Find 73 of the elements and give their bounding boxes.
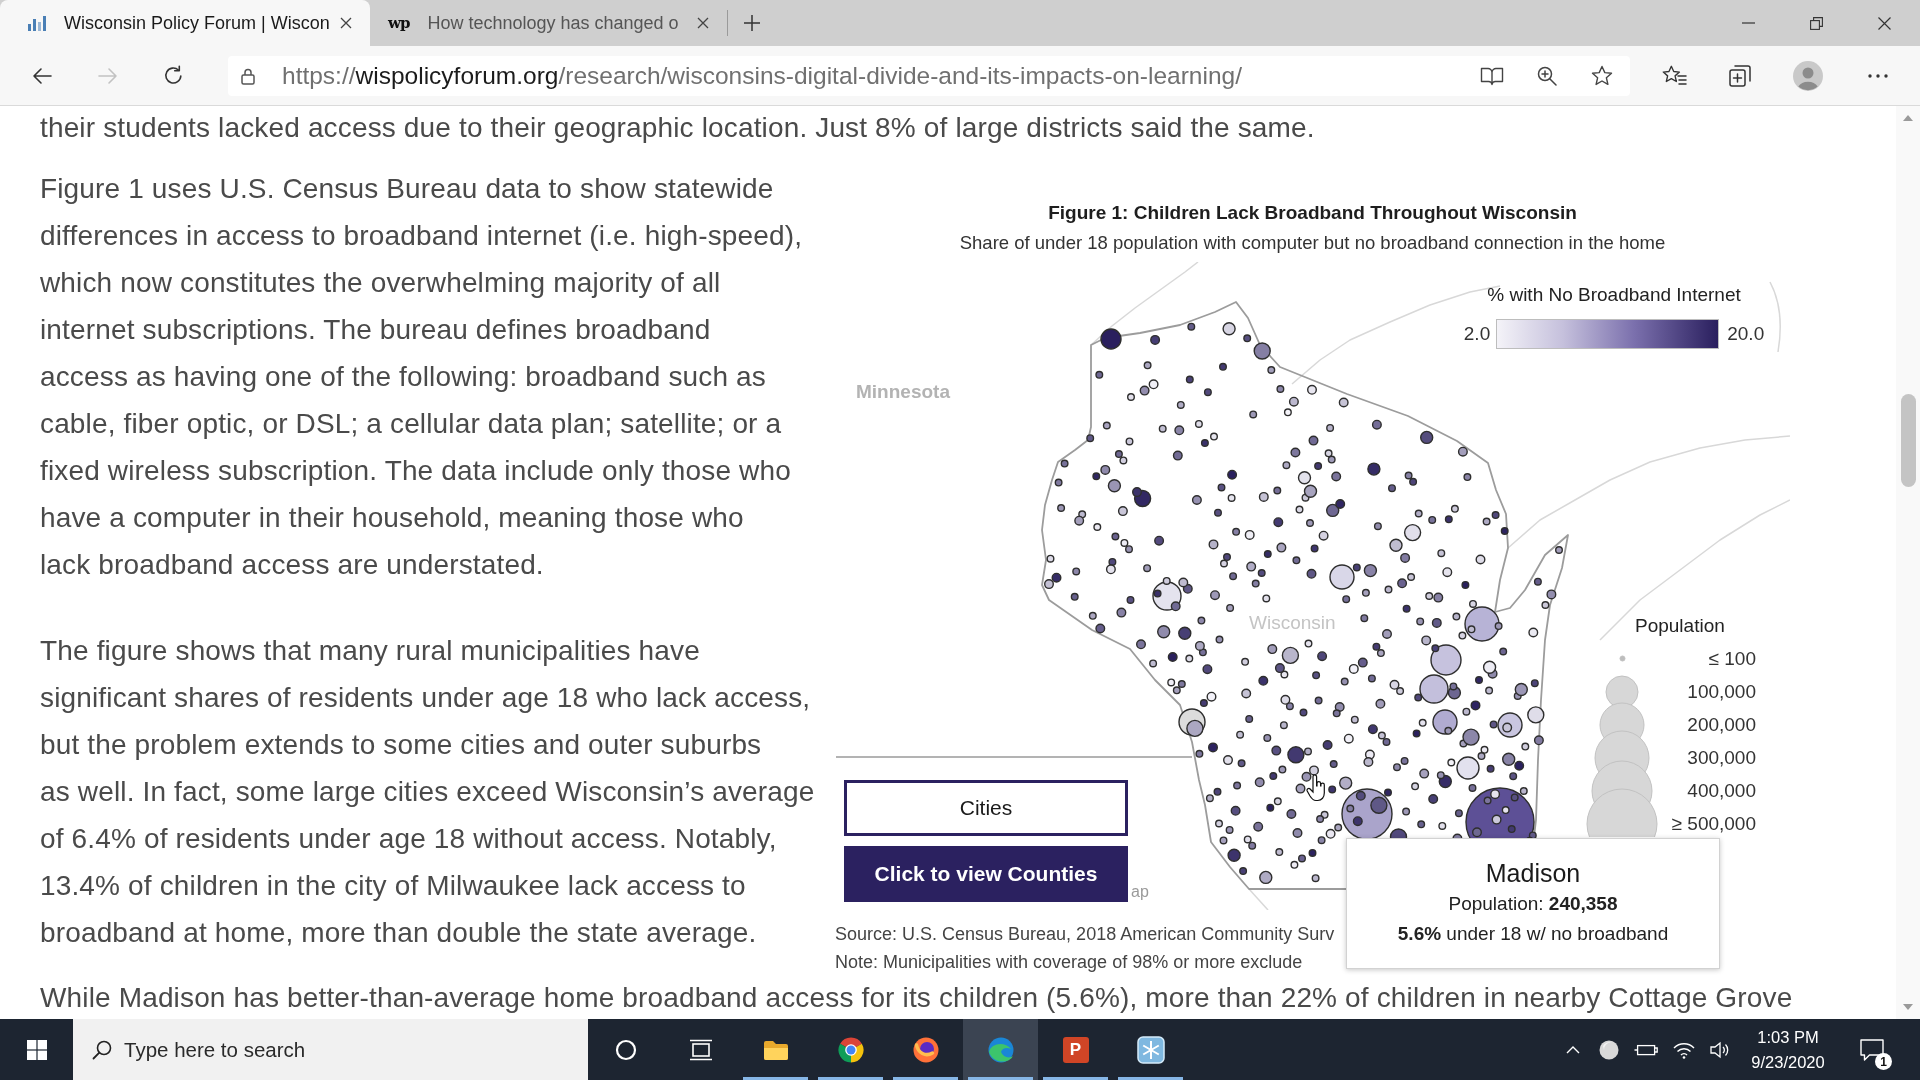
population-label: 400,000 xyxy=(1686,779,1756,802)
search-field[interactable]: Type here to search xyxy=(73,1019,588,1080)
back-arrow-icon[interactable] xyxy=(32,66,52,85)
edge-icon xyxy=(987,1036,1014,1063)
clock-date: 9/23/2020 xyxy=(1751,1051,1825,1073)
powerpoint-icon: P xyxy=(1062,1036,1089,1063)
view-toggle-button[interactable]: Cities xyxy=(844,780,1128,836)
legend-title: % with No Broadband Internet xyxy=(1486,284,1742,306)
battery-icon[interactable] xyxy=(1634,1042,1658,1057)
scroll-down-arrow-icon[interactable] xyxy=(1903,1004,1913,1010)
body-paragraph: The figure shows that many rural municipalities have significant shares of residents under age 18 who lack access, but the problem extends to some cities and outer suburbs as well. In fact, some large cities exceed Wisconsin’s average of 6.4% of residents under age 18 without access. Notably, 13.4% of children in the city of Milwaukee lack access to broadband at home, more than double the state average. xyxy=(40,634,815,950)
folder-icon xyxy=(762,1038,789,1061)
population-label: 200,000 xyxy=(1686,713,1756,736)
population-label: 100,000 xyxy=(1686,680,1756,703)
close-icon[interactable] xyxy=(697,17,709,29)
scrollbar-thumb[interactable] xyxy=(1900,394,1916,487)
speaker-icon[interactable] xyxy=(1710,1040,1730,1059)
firefox-icon xyxy=(912,1036,939,1063)
clock-time: 1:03 PM xyxy=(1757,1026,1819,1048)
notification-badge: 1 xyxy=(1875,1053,1892,1070)
minimize-icon[interactable] xyxy=(1741,22,1755,24)
scale-max-label: 20.0 xyxy=(1727,323,1765,345)
population-circle-icon xyxy=(1618,655,1626,662)
lock-icon[interactable] xyxy=(241,66,255,85)
snowflake-icon xyxy=(1136,1035,1165,1064)
collections-icon[interactable] xyxy=(1729,64,1751,87)
population-label: ≥ 500,000 xyxy=(1670,812,1756,835)
taskbar-button[interactable]: P xyxy=(1038,1019,1113,1080)
avatar-icon[interactable] xyxy=(1793,60,1823,91)
population-label: 300,000 xyxy=(1686,746,1756,769)
chevron-up-icon[interactable] xyxy=(1566,1045,1580,1054)
more-icon[interactable] xyxy=(1868,73,1888,78)
task-view-icon xyxy=(688,1038,713,1061)
address-bar[interactable]: https://wispolicyforum.org/research/wisconsins-digital-divide-and-its-impacts-on-learning/ xyxy=(228,55,1630,96)
state-label: Wisconsin xyxy=(1249,611,1336,635)
favorites-icon[interactable] xyxy=(1661,65,1687,86)
scale-min-label: 2.0 xyxy=(1463,323,1491,345)
figure-title: Figure 1: Children Lack Broadband Throughout Wisconsin xyxy=(1047,201,1578,225)
zoom-in-icon[interactable] xyxy=(1537,65,1557,86)
windows-start-icon[interactable] xyxy=(26,1039,47,1060)
tooltip-title: Madison xyxy=(1484,858,1582,889)
ring-icon xyxy=(614,1038,637,1061)
coverage-note: Note: Municipalities with coverage of 98% or more exclude xyxy=(835,951,1303,974)
hand-cursor-icon xyxy=(1306,775,1326,802)
book-icon[interactable] xyxy=(1480,65,1504,86)
letter-logo-icon: wp xyxy=(388,14,410,32)
browser-tab[interactable]: Wisconsin Policy Forum | Wiscon xyxy=(0,0,370,46)
scroll-up-arrow-icon[interactable] xyxy=(1903,115,1913,121)
tooltip-share: 5.6% under 18 w/ no broadband xyxy=(1396,922,1670,946)
neighbor-state-label: Minnesota xyxy=(856,380,950,404)
body-paragraph: Figure 1 uses U.S. Census Bureau data to show statewide differences in access to broadband internet (i.e. high-speed), which now constitutes the overwhelming majority of all internet subscriptions. The bureau defines broadband access as having one of the following: broadband such as cable, fiber optic, or DSL; a cellular data plan; satellite; or a fixed wireless subscription. The data include only those who have a computer in their household, meaning those who lack broadband access are understated. xyxy=(40,172,803,582)
map-attribution: ap xyxy=(1131,882,1149,902)
restore-icon[interactable] xyxy=(1809,16,1823,30)
body-text-line: While Madison has better-than-average home broadband access for its children (5.6%), more than 22% of children in nearby Cottage Grove xyxy=(40,981,1793,1015)
refresh-icon[interactable] xyxy=(162,65,184,86)
wifi-icon[interactable] xyxy=(1673,1040,1695,1059)
url-text: https://wispolicyforum.org/research/wisconsins-digital-divide-and-its-impacts-on-learning/ xyxy=(282,61,1242,90)
star-icon[interactable] xyxy=(1591,65,1613,86)
figure-subtitle: Share of under 18 population with computer but no broadband connection in the home xyxy=(958,231,1667,255)
chrome-icon xyxy=(837,1036,864,1063)
close-icon[interactable] xyxy=(1877,16,1891,30)
search-icon xyxy=(92,1039,112,1060)
plus-icon[interactable] xyxy=(744,15,760,31)
view-toggle-button[interactable]: Click to view Counties xyxy=(844,846,1128,902)
close-icon[interactable] xyxy=(340,17,352,29)
tooltip-population: Population: 240,358 xyxy=(1447,892,1619,916)
browser-tab[interactable]: wp How technology has changed o xyxy=(370,0,727,46)
body-text-line: their students lacked access due to their geographic location. Just 8% of large districts said the same. xyxy=(40,111,1315,145)
source-note: Source: U.S. Census Bureau, 2018 American Community Surv xyxy=(835,923,1335,946)
legend-title: Population xyxy=(1635,614,1726,638)
globe-icon[interactable] xyxy=(1599,1039,1619,1060)
bar-chart-icon xyxy=(28,15,46,31)
population-label: ≤ 100 xyxy=(1707,647,1756,670)
